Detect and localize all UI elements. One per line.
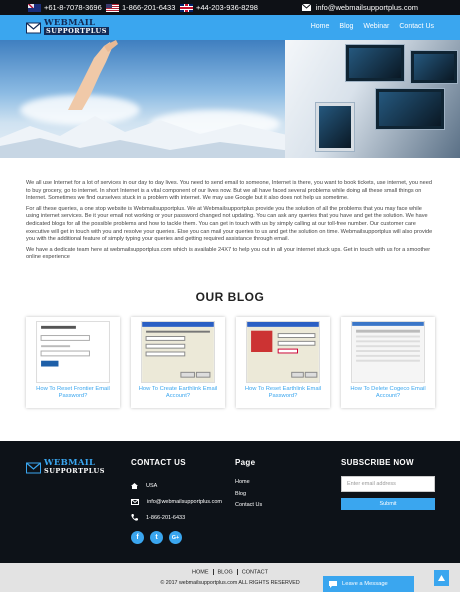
blog-heading: OUR BLOG (195, 290, 265, 304)
chat-bubble-icon (329, 580, 337, 588)
blog-thumbnail-image (246, 321, 320, 383)
footer-page-heading: Page (235, 458, 256, 467)
phone-number: 1-866-201-6433 (122, 3, 176, 12)
subscribe-email-input[interactable]: Enter email address (341, 476, 435, 492)
mountain-range-image (0, 116, 300, 158)
phone-number: +44-203-936-8298 (196, 3, 258, 12)
blog-card-title[interactable]: How To Reset Earthlink Email Password? (240, 386, 326, 400)
intro-paragraph: We all use Internet for a lot of service… (26, 180, 432, 202)
intro-text: We all use Internet for a lot of service… (26, 180, 436, 265)
footer-email[interactable]: info@webmailsupportplus.com (131, 499, 222, 505)
phone-usa[interactable]: 1-866-201-6433 (106, 3, 175, 12)
blog-thumbnail-image (141, 321, 215, 383)
blog-card-title[interactable]: How To Reset Frontier Email Password? (30, 386, 116, 400)
phone-icon (131, 514, 138, 521)
blog-card[interactable]: How To Delete Cogeco Email Account? (341, 317, 435, 408)
screen-image (375, 88, 445, 130)
email-address: info@webmailsupportplus.com (315, 3, 418, 12)
bottom-link-blog[interactable]: BLOG (218, 569, 233, 575)
logo-text-primary: WEBMAIL (44, 18, 96, 28)
logo-text-secondary: SUPPORTPLUS (44, 27, 109, 35)
leave-message-chat-button[interactable]: Leave a Message (323, 576, 414, 592)
nav-webinar[interactable]: Webinar (363, 23, 389, 30)
facebook-icon[interactable]: f (131, 531, 144, 544)
bottom-link-home[interactable]: HOME (192, 569, 209, 575)
arrow-up-icon (438, 575, 445, 581)
footer-phone-number: 1-866-201-6433 (146, 514, 186, 521)
footer-email-address: info@webmailsupportplus.com (147, 499, 222, 505)
divider (236, 569, 238, 575)
footer-country: USA (146, 483, 158, 489)
nav-blog[interactable]: Blog (339, 23, 353, 30)
top-contact-bar: +61-8-7078-3696 1-866-201-6433 +44-203-9… (0, 0, 460, 15)
blog-thumbnail-image (351, 321, 425, 383)
intro-paragraph: For all these queries, a one stop websit… (26, 205, 433, 243)
logo-envelope-icon (26, 462, 41, 473)
reaching-hand-image (68, 40, 118, 110)
nav-home[interactable]: Home (311, 23, 330, 30)
phone-australia[interactable]: +61-8-7078-3696 (28, 3, 102, 12)
footer-contact-heading: CONTACT US (131, 458, 186, 467)
logo-envelope-icon (26, 22, 41, 33)
subscribe-heading: SUBSCRIBE NOW (341, 458, 414, 467)
footer-link-home[interactable]: Home (235, 479, 250, 485)
footer-logo[interactable]: WEBMAIL SUPPORTPLUS (26, 459, 105, 475)
screen-image (410, 50, 458, 84)
screen-image (345, 44, 405, 82)
envelope-icon (301, 4, 311, 11)
bottom-link-contact[interactable]: CONTACT (242, 569, 268, 575)
site-logo[interactable]: WEBMAIL SUPPORTPLUS (26, 19, 109, 35)
bottom-nav: HOME BLOG CONTACT (0, 569, 460, 575)
phone-uk[interactable]: +44-203-936-8298 (180, 3, 258, 12)
australia-flag-icon (28, 3, 41, 12)
scroll-to-top-button[interactable] (434, 570, 449, 586)
blog-thumbnail-image (36, 321, 110, 383)
blog-card-title[interactable]: How To Delete Cogeco Email Account? (345, 386, 431, 400)
intro-paragraph: We have a dedicate team here at webmails… (26, 246, 431, 261)
google-plus-icon[interactable]: G+ (169, 531, 182, 544)
twitter-icon[interactable]: t (150, 531, 163, 544)
hero-banner (0, 40, 460, 158)
main-navbar: WEBMAIL SUPPORTPLUS Home Blog Webinar Co… (0, 15, 460, 40)
screen-image (315, 102, 355, 152)
usa-flag-icon (106, 3, 119, 12)
blog-card[interactable]: How To Reset Frontier Email Password? (26, 317, 120, 408)
divider (212, 569, 214, 575)
footer-link-blog[interactable]: Blog (235, 491, 246, 497)
nav-menu: Home Blog Webinar Contact Us (311, 23, 434, 30)
nav-contact-us[interactable]: Contact Us (399, 23, 434, 30)
footer-link-contact[interactable]: Contact Us (235, 502, 262, 508)
blog-card[interactable]: How To Create Earthlink Email Account? (131, 317, 225, 408)
blog-card[interactable]: How To Reset Earthlink Email Password? (236, 317, 330, 408)
phone-number: +61-8-7078-3696 (44, 3, 102, 12)
footer-location: USA (131, 483, 157, 489)
logo-text-primary: WEBMAIL (44, 458, 96, 468)
uk-flag-icon (180, 3, 193, 12)
home-icon (131, 483, 138, 489)
chat-label: Leave a Message (342, 581, 388, 587)
tech-screens-panel (285, 40, 460, 158)
envelope-icon (131, 499, 139, 505)
top-email-link[interactable]: info@webmailsupportplus.com (301, 3, 418, 12)
logo-text-secondary: SUPPORTPLUS (44, 467, 105, 475)
footer-phone[interactable]: 1-866-201-6433 (131, 514, 185, 521)
blog-card-title[interactable]: How To Create Earthlink Email Account? (135, 386, 221, 400)
subscribe-submit-button[interactable]: Submit (341, 498, 435, 510)
